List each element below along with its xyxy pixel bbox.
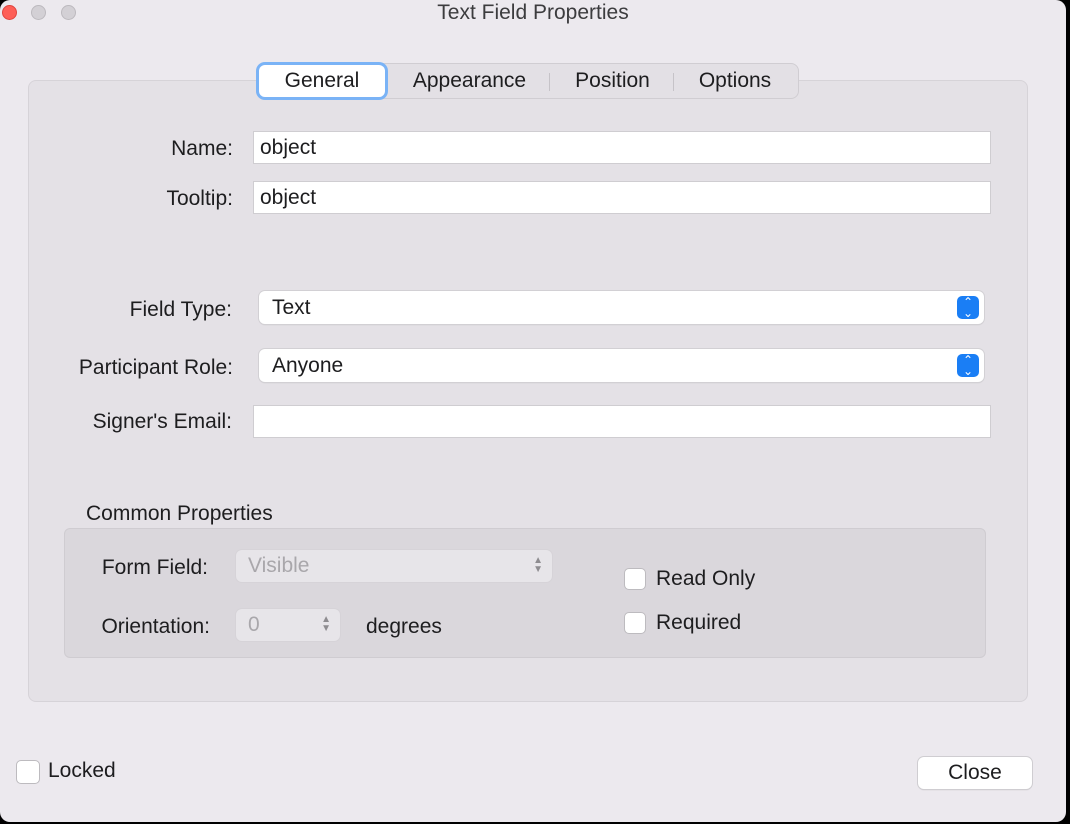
common-properties-heading: Common Properties — [86, 502, 273, 525]
orientation-select[interactable]: 0 ▲ ▼ — [236, 609, 340, 641]
locked-checkbox[interactable] — [16, 760, 40, 784]
participant-role-select[interactable]: Anyone ⌃ ⌄ — [259, 349, 984, 382]
field-type-select[interactable]: Text ⌃ ⌄ — [259, 291, 984, 324]
chevron-updown-icon: ▲ ▼ — [321, 614, 331, 634]
orientation-value: 0 — [248, 613, 260, 636]
required-label: Required — [656, 611, 742, 634]
window-title: Text Field Properties — [437, 1, 629, 24]
degrees-label: degrees — [366, 615, 442, 638]
field-type-label: Field Type: — [129, 298, 232, 321]
tab-options[interactable]: Options — [677, 64, 793, 98]
chevron-updown-icon: ⌃ ⌄ — [957, 296, 979, 319]
form-field-value: Visible — [248, 554, 310, 577]
orientation-label: Orientation: — [101, 615, 210, 638]
tab-general[interactable]: General — [259, 65, 385, 97]
properties-dialog: Text Field Properties General Appearance… — [0, 0, 1066, 822]
name-field[interactable]: object — [253, 131, 991, 164]
required-checkbox[interactable] — [624, 612, 646, 634]
chevron-updown-icon: ▲ ▼ — [533, 555, 543, 575]
form-field-label: Form Field: — [101, 556, 208, 579]
name-label: Name: — [171, 137, 233, 160]
participant-role-label: Participant Role: — [78, 356, 233, 379]
chevron-updown-icon: ⌃ ⌄ — [957, 354, 979, 377]
tooltip-label: Tooltip: — [166, 187, 233, 210]
tab-appearance[interactable]: Appearance — [392, 64, 547, 98]
participant-role-value: Anyone — [272, 354, 344, 377]
tab-position[interactable]: Position — [555, 64, 670, 98]
locked-label: Locked — [48, 759, 116, 782]
signer-email-label: Signer's Email: — [92, 410, 232, 433]
tab-bar: General Appearance Position Options — [256, 63, 799, 99]
read-only-label: Read Only — [656, 567, 756, 590]
close-button[interactable]: Close — [918, 757, 1032, 789]
form-field-select[interactable]: Visible ▲ ▼ — [236, 550, 552, 582]
signer-email-field[interactable] — [253, 405, 991, 438]
tooltip-field[interactable]: object — [253, 181, 991, 214]
tab-separator — [673, 73, 674, 91]
title-bar: Text Field Properties — [0, 0, 1066, 28]
field-type-value: Text — [272, 296, 311, 319]
read-only-checkbox[interactable] — [624, 568, 646, 590]
tab-separator — [549, 73, 550, 91]
